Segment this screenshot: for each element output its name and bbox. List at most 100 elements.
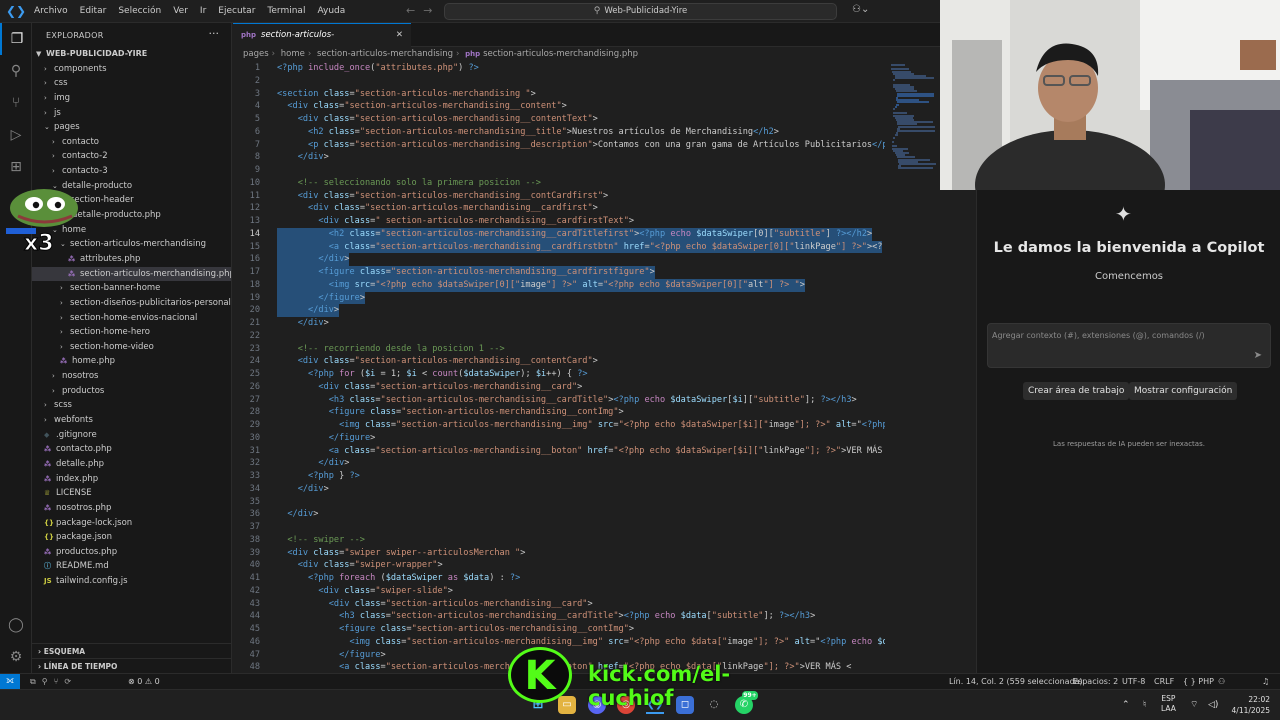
code-line[interactable]: 30 </figure>	[233, 432, 885, 445]
code-line[interactable]: 23 <!-- recorriendo desde la posicion 1 …	[233, 343, 885, 356]
code-line[interactable]: 43 <div class="section-articulos-merchan…	[233, 598, 885, 611]
code-line[interactable]: 45 <figure class="section-articulos-merc…	[233, 623, 885, 636]
tree-folder[interactable]: › contacto	[32, 135, 231, 150]
tree-folder[interactable]: › scss	[32, 398, 231, 413]
copilot-status-icon[interactable]: ⚇	[1218, 674, 1225, 689]
code-line[interactable]: 4 <div class="section-articulos-merchand…	[233, 100, 885, 113]
code-line[interactable]: 11 <div class="section-articulos-merchan…	[233, 190, 885, 203]
tree-folder[interactable]: › contacto-3	[32, 164, 231, 179]
language-mode[interactable]: { } PHP	[1183, 674, 1214, 689]
menu-item[interactable]: Archivo	[28, 0, 74, 23]
tree-file[interactable]: ⁂ section-articulos-merchandising.php	[32, 266, 231, 282]
menu-item[interactable]: Terminal	[261, 0, 311, 23]
code-line[interactable]: 2	[233, 75, 885, 88]
code-line[interactable]: 3 <section class="section-articulos-merch…	[233, 88, 885, 101]
code-line[interactable]: 44 <h3 class="section-articulos-merchand…	[233, 610, 885, 623]
breadcrumb-item[interactable]: section-articulos-merchandising.php	[483, 49, 638, 59]
explorer-icon[interactable]: ❐	[0, 23, 32, 55]
breadcrumb-item[interactable]: pages	[243, 49, 269, 59]
encoding[interactable]: UTF-8	[1122, 674, 1145, 689]
code-line[interactable]: 16 </div>	[233, 253, 885, 266]
clock[interactable]: 22:02 4/11/2025	[1228, 694, 1270, 716]
menu-item[interactable]: Editar	[74, 0, 113, 23]
code-line[interactable]: 15 <a class="section-articulos-merchandi…	[233, 240, 885, 254]
tree-folder[interactable]: › section-banner-home	[32, 281, 231, 296]
tree-file[interactable]: {} package.json	[32, 530, 231, 545]
tree-folder[interactable]: › section-home-hero	[32, 325, 231, 340]
code-line[interactable]: 19 </figure>	[233, 291, 885, 305]
code-line[interactable]: 7 <p class="section-articulos-merchandis…	[233, 139, 885, 152]
tree-folder[interactable]: › productos	[32, 384, 231, 399]
code-line[interactable]: 10 <!-- seleccionando solo la primera po…	[233, 177, 885, 190]
command-center-search[interactable]: ⚲ Web-Publicidad-Yire	[444, 3, 837, 20]
code-line[interactable]: 32 </div>	[233, 457, 885, 470]
tab-active-file[interactable]: phpsection-articulos-merchandising.php ✕	[233, 23, 411, 63]
send-icon[interactable]: ➤	[1254, 350, 1262, 361]
tree-file[interactable]: ◆ .gitignore	[32, 428, 231, 443]
tree-file[interactable]: ⁂ index.php	[32, 472, 231, 487]
tree-folder[interactable]: › section-home-video	[32, 340, 231, 355]
tree-file[interactable]: ♕ LICENSE	[32, 486, 231, 501]
end-of-line[interactable]: CRLF	[1154, 674, 1174, 689]
menu-item[interactable]: Ir	[194, 0, 212, 23]
code-line[interactable]: 18 <img src="<?php echo $dataSwiper[0]["…	[233, 278, 885, 292]
breadcrumb-item[interactable]: section-articulos-merchandising	[317, 49, 453, 59]
code-line[interactable]: 36 </div>	[233, 508, 885, 521]
code-line[interactable]: 39 <div class="swiper swiper--articulosM…	[233, 547, 885, 560]
outline-section[interactable]: › ESQUEMA	[32, 643, 231, 658]
tree-folder[interactable]: › css	[32, 76, 231, 91]
tree-folder[interactable]: › section-home-envios-nacional	[32, 311, 231, 326]
nav-arrows[interactable]: ←→	[406, 4, 440, 17]
tree-folder[interactable]: › nosotros	[32, 369, 231, 384]
code-line[interactable]: 1 <?php include_once("attributes.php") ?>	[233, 62, 885, 75]
code-line[interactable]: 38 <!-- swiper -->	[233, 534, 885, 547]
code-line[interactable]: 42 <div class="swiper-slide">	[233, 585, 885, 598]
source-control-icon[interactable]: ⑂	[0, 87, 32, 119]
code-line[interactable]: 27 <h3 class="section-articulos-merchand…	[233, 394, 885, 407]
code-line[interactable]: 29 <img class="section-articulos-merchan…	[233, 419, 885, 432]
indentation[interactable]: Espacios: 2	[1073, 674, 1118, 689]
breadcrumb-item[interactable]: home	[281, 49, 305, 59]
code-line[interactable]: 31 <a class="section-articulos-merchandi…	[233, 445, 885, 458]
account-icon[interactable]: ◯	[0, 609, 32, 641]
tree-file[interactable]: ⓘ README.md	[32, 559, 231, 574]
more-actions-icon[interactable]: ···	[209, 27, 220, 40]
timeline-section[interactable]: › LÍNEA DE TIEMPO	[32, 658, 231, 673]
code-line[interactable]: 41 <?php foreach ($dataSwiper as $data) …	[233, 572, 885, 585]
tree-file[interactable]: JS tailwind.config.js	[32, 574, 231, 589]
code-line[interactable]: 22	[233, 330, 885, 343]
tray-overflow-icon[interactable]: ⌃	[1122, 690, 1130, 720]
code-line[interactable]: 14 <h2 class="section-articulos-merchand…	[233, 227, 885, 241]
tree-folder[interactable]: › components	[32, 62, 231, 77]
copilot-menu-icon[interactable]: ⚇⌄	[852, 4, 869, 15]
code-line[interactable]: 13 <div class=" section-articulos-mercha…	[233, 215, 885, 228]
close-icon[interactable]: ✕	[396, 24, 403, 47]
network-icon[interactable]: ⌔	[1190, 690, 1198, 720]
code-line[interactable]: 5 <div class="section-articulos-merchand…	[233, 113, 885, 126]
status-left-icons[interactable]: ⧉⚲⑂⟳	[30, 674, 77, 689]
microphone-icon[interactable]: ♮	[1143, 690, 1146, 720]
tree-file[interactable]: {} package-lock.json	[32, 516, 231, 531]
code-editor[interactable]: 1 <?php include_once("attributes.php") ?>…	[233, 62, 885, 673]
input-language[interactable]: ESP LAA	[1161, 694, 1176, 714]
code-line[interactable]: 6 <h2 class="section-articulos-merchandi…	[233, 126, 885, 139]
code-line[interactable]: 26 <div class="section-articulos-merchan…	[233, 381, 885, 394]
code-line[interactable]: 33 <?php } ?>	[233, 470, 885, 483]
minimap[interactable]	[885, 62, 940, 673]
tree-folder[interactable]: ⌄ pages	[32, 120, 231, 135]
tree-folder[interactable]: › section-diseños-publicitarios-personali…	[32, 296, 231, 311]
code-line[interactable]: 17 <figure class="section-articulos-merc…	[233, 266, 885, 279]
tree-folder[interactable]: › js	[32, 106, 231, 121]
code-line[interactable]: 8 </div>	[233, 151, 885, 164]
notifications-icon[interactable]: ♫	[1262, 674, 1269, 689]
menu-item[interactable]: Selección	[112, 0, 167, 23]
code-line[interactable]: 34 </div>	[233, 483, 885, 496]
search-icon[interactable]: ⚲	[0, 55, 32, 87]
tree-folder[interactable]: › contacto-2	[32, 149, 231, 164]
create-workspace-button[interactable]: Crear área de trabajo	[1023, 382, 1130, 400]
problems-indicator[interactable]: ⊗ 0 ⚠ 0	[128, 674, 160, 689]
code-line[interactable]: 37	[233, 521, 885, 534]
workspace-root[interactable]: ▼ WEB-PUBLICIDAD-YIRE	[32, 47, 231, 62]
code-line[interactable]: 40 <div class="swiper-wrapper">	[233, 559, 885, 572]
code-line[interactable]: 25 <?php for ($i = 1; $i < count($dataSw…	[233, 368, 885, 381]
